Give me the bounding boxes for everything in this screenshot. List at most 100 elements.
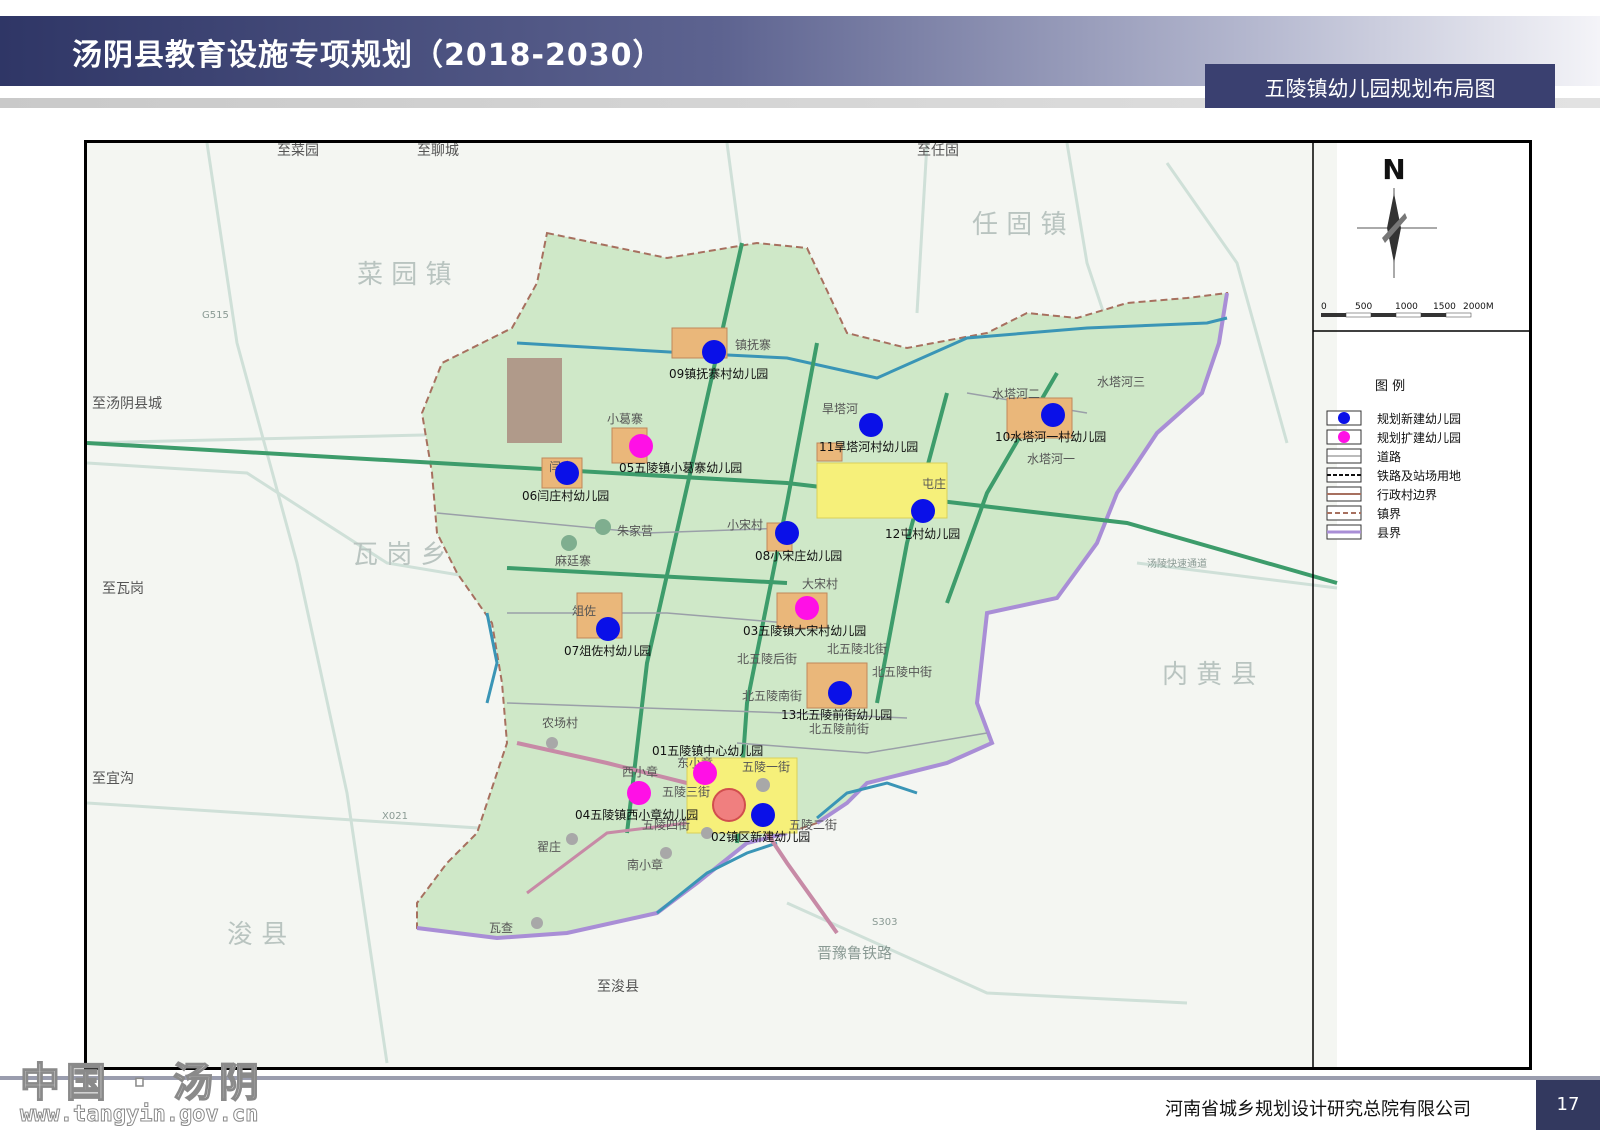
page-number-box: 17 — [1536, 1080, 1600, 1130]
road-railway-label: 晋豫鲁铁路 — [817, 944, 892, 962]
watermark-text: 中国 · 汤阴 — [19, 1059, 266, 1107]
kg-marker-09[interactable] — [702, 340, 726, 364]
region-neihuang: 内 黄 县 — [1162, 660, 1257, 690]
footer-company: 河南省城乡规划设计研究总院有限公司 — [1165, 1099, 1471, 1120]
kg-label-01: 01五陵镇中心幼儿园 — [652, 743, 763, 758]
road-expressway: 汤陵快速通道 — [1147, 557, 1207, 570]
village-label: 瓦查 — [489, 921, 513, 935]
kg-marker-05[interactable] — [629, 434, 653, 458]
dir-liaocheng: 至聊城 — [417, 143, 459, 159]
dir-tangyin-city: 至汤阴县城 — [92, 396, 162, 412]
region-jun: 浚 县 — [227, 920, 287, 950]
kg-marker-13[interactable] — [828, 681, 852, 705]
dir-junxian: 至浚县 — [597, 979, 639, 995]
page-title: 汤阴县教育设施专项规划（2018-2030） — [72, 38, 664, 73]
legend-label: 县界 — [1377, 526, 1401, 540]
kg-label-05: 05五陵镇小葛寨幼儿园 — [619, 460, 742, 475]
village-label: 北五陵北街 — [827, 642, 887, 656]
legend-new-icon — [1338, 412, 1350, 424]
town-center-marker — [712, 788, 746, 822]
road-x021: X021 — [382, 811, 408, 822]
village-label: 大宋村 — [802, 576, 838, 591]
village-label: 北五陵后街 — [737, 652, 797, 666]
scale-label: 1000 — [1395, 302, 1418, 312]
kg-label-02: 02镇区新建幼儿园 — [711, 829, 810, 844]
scale-label: 500 — [1355, 302, 1372, 312]
kg-marker-08[interactable] — [775, 521, 799, 545]
map-frame: 至菜园 至聊城 至任固 至汤阴县城 至宜沟 至浚县 至瓦岗 菜 园 镇 任 固 … — [84, 140, 1532, 1070]
village-label: 水塔河三 — [1097, 375, 1145, 389]
legend-label: 行政村边界 — [1377, 488, 1437, 502]
village-label: 镇抚寨 — [735, 337, 771, 352]
site-watermark: 中国 · 汤阴 www.tangyin.gov.cn — [19, 1050, 310, 1130]
legend: 图 例 规划新建幼儿园 规划扩建幼儿园 道路 铁路及站场用地 行政村边界 镇界 … — [1326, 379, 1461, 540]
kg-label-07: 07俎佐村幼儿园 — [564, 644, 651, 658]
region-rengu: 任 固 镇 — [972, 210, 1067, 240]
village-label: 南小章 — [627, 857, 663, 872]
legend-swatch-railway — [1326, 467, 1362, 483]
legend-label: 铁路及站场用地 — [1377, 468, 1461, 483]
village-label: 屯庄 — [922, 476, 946, 491]
kg-marker-03[interactable] — [795, 596, 819, 620]
kg-label-08: 08小宋庄幼儿园 — [755, 548, 842, 563]
village-label: 水塔河一 — [1027, 452, 1075, 466]
kg-label-11: 11旱塔河村幼儿园 — [819, 440, 918, 454]
station-land — [507, 358, 562, 443]
map-svg: 至菜园 至聊城 至任固 至汤阴县城 至宜沟 至浚县 至瓦岗 菜 园 镇 任 固 … — [86, 142, 1529, 1067]
map-subtitle: 五陵镇幼儿园规划布局图 — [1264, 77, 1496, 101]
scale-label: 0 — [1321, 302, 1327, 312]
region-laiyuan: 菜 园 镇 — [357, 260, 452, 290]
village-label: 五陵三街 — [662, 785, 710, 799]
village-label: 俎佐 — [572, 604, 596, 618]
dir-laiyuan: 至菜园 — [277, 143, 319, 159]
kg-marker-06[interactable] — [555, 461, 579, 485]
legend-title: 图 例 — [1375, 379, 1405, 394]
north-label: N — [1382, 153, 1405, 186]
kg-label-06: 06闫庄村幼儿园 — [522, 488, 609, 503]
page-number: 17 — [1556, 1094, 1580, 1115]
kg-label-12: 12屯村幼儿园 — [885, 527, 960, 541]
kg-marker-07[interactable] — [596, 617, 620, 641]
kg-label-03: 03五陵镇大宋村幼儿园 — [743, 623, 866, 638]
legend-label: 道路 — [1377, 449, 1401, 464]
scale-bar: 0 500 1000 1500 2000M — [1321, 302, 1494, 318]
subtitle-box: 五陵镇幼儿园规划布局图 — [1205, 64, 1555, 108]
kg-label-09: 09镇抚寨村幼儿园 — [669, 366, 768, 381]
dir-wagang: 至瓦岗 — [102, 581, 144, 597]
kg-marker-11[interactable] — [859, 413, 883, 437]
kg-marker-10[interactable] — [1041, 403, 1065, 427]
kg-marker-02[interactable] — [751, 803, 775, 827]
dir-rengu: 至任固 — [917, 143, 959, 159]
dir-yigou: 至宜沟 — [92, 771, 134, 787]
legend-label: 规划扩建幼儿园 — [1377, 430, 1461, 445]
kg-label-10: 10水塔河一村幼儿园 — [995, 430, 1106, 444]
village-label: 北五陵南街 — [742, 688, 802, 703]
village-label: 麻廷寨 — [555, 553, 591, 568]
village-label: 北五陵前街 — [809, 721, 869, 736]
village-label: 小宋村 — [727, 517, 763, 532]
kg-marker-12[interactable] — [911, 499, 935, 523]
kg-marker-04[interactable] — [627, 781, 651, 805]
compass: N — [1357, 153, 1437, 278]
scale-label: 1500 — [1433, 302, 1456, 312]
kg-label-04: 04五陵镇西小章幼儿园 — [575, 807, 698, 822]
village-label: 翟庄 — [537, 839, 561, 854]
legend-label: 镇界 — [1377, 507, 1401, 521]
village-label: 小葛寨 — [607, 411, 643, 426]
legend-expand-icon — [1338, 431, 1350, 443]
road-s303: S303 — [872, 917, 897, 928]
kg-marker-01[interactable] — [693, 761, 717, 785]
village-label: 北五陵中街 — [872, 664, 932, 679]
region-wagang: 瓦 岗 乡 — [352, 540, 447, 570]
watermark-url: www.tangyin.gov.cn — [19, 1102, 259, 1128]
village-label: 五陵一街 — [742, 760, 790, 774]
village-label: 农场村 — [542, 716, 578, 730]
kg-label-13: 13北五陵前街幼儿园 — [781, 707, 892, 722]
village-label: 旱塔河 — [822, 402, 858, 416]
legend-label: 规划新建幼儿园 — [1377, 411, 1461, 426]
village-label: 西小章 — [622, 764, 658, 779]
road-g515: G515 — [202, 310, 229, 321]
village-label: 水塔河二 — [992, 387, 1040, 401]
scale-label: 2000M — [1463, 302, 1494, 312]
village-label: 朱家营 — [617, 523, 653, 538]
